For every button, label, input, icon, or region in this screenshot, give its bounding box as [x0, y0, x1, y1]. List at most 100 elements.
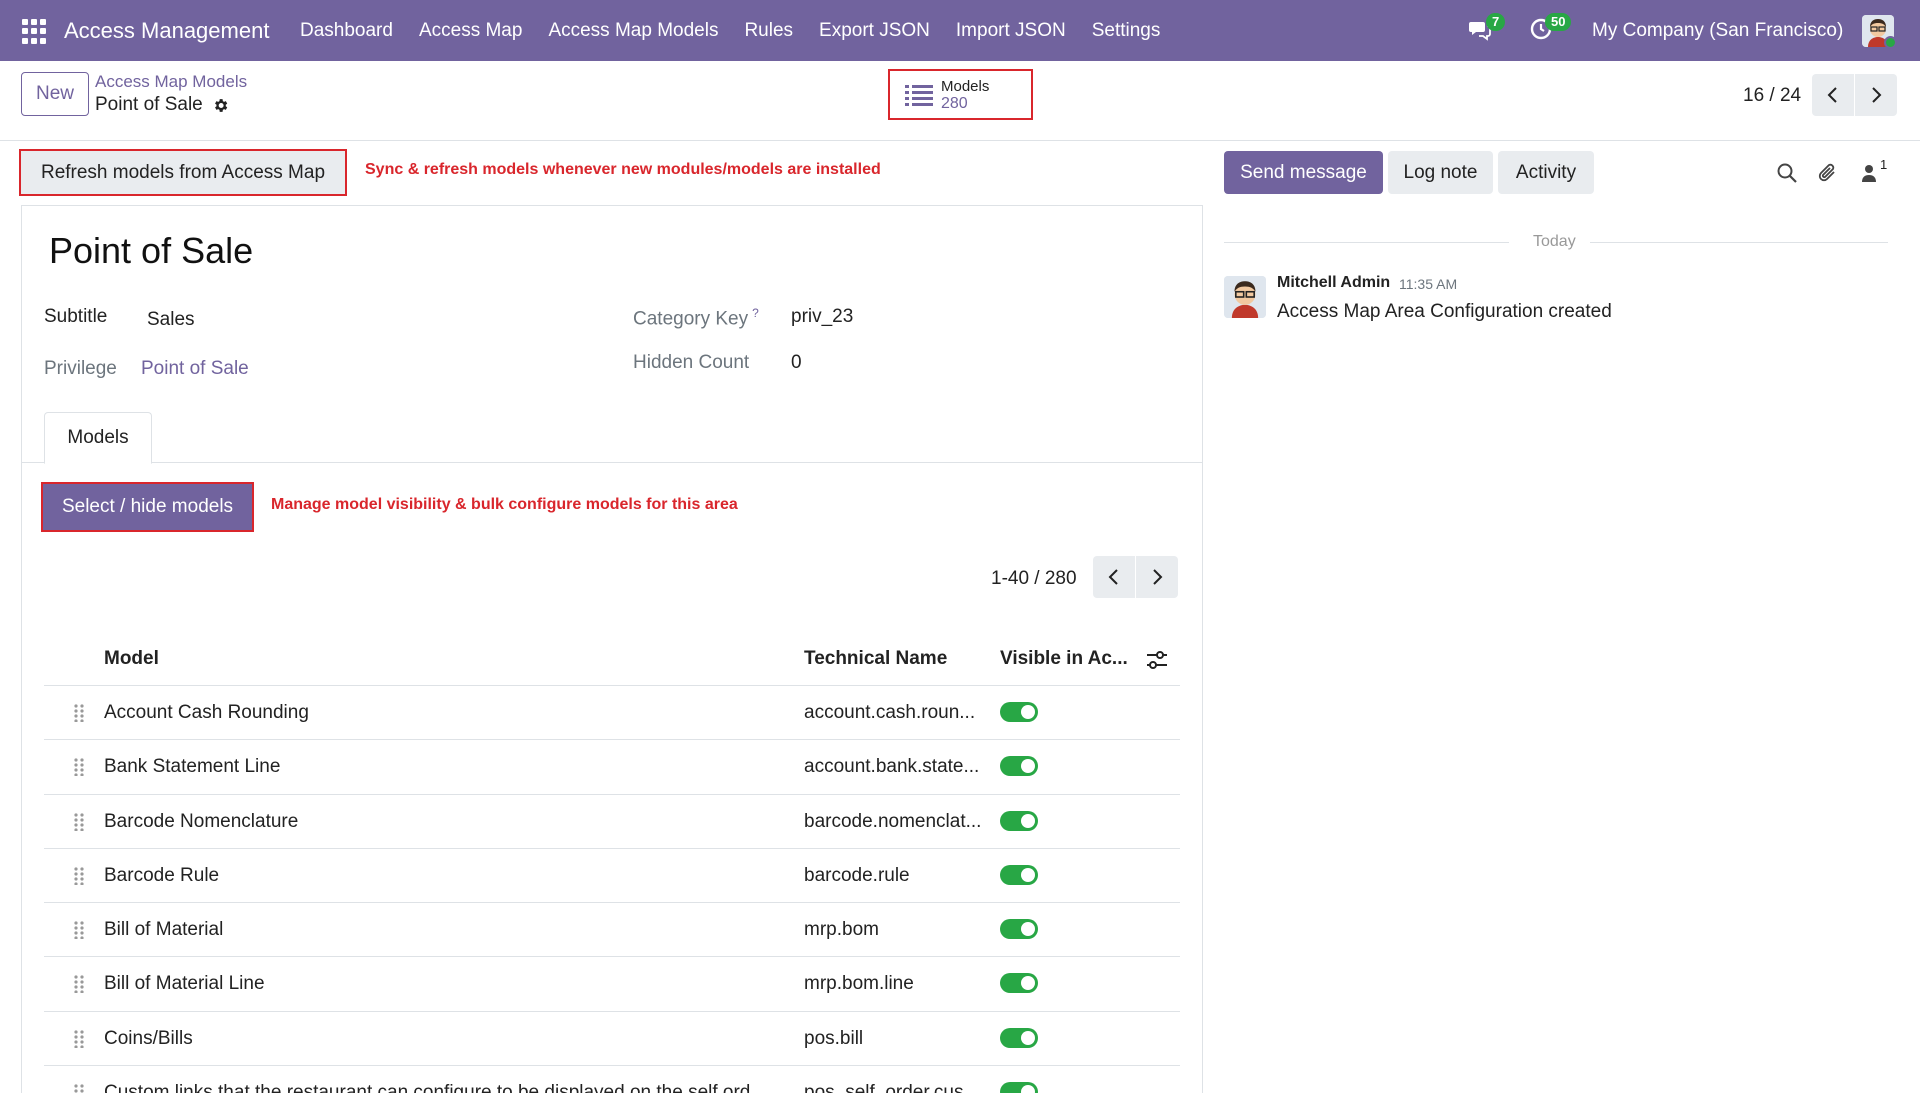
chevron-left-icon	[1108, 569, 1118, 585]
activities-badge: 50	[1545, 13, 1572, 31]
category-key-value[interactable]: priv_23	[791, 306, 853, 328]
table-header: Model Technical Name Visible in Ac...	[44, 633, 1180, 686]
record-pager	[1812, 74, 1897, 116]
message-time: 11:35 AM	[1399, 276, 1458, 292]
gear-icon[interactable]	[212, 97, 229, 114]
drag-handle-icon[interactable]	[74, 975, 84, 994]
visible-toggle[interactable]	[1000, 1082, 1038, 1093]
table-row[interactable]: Custom links that the restaurant can con…	[44, 1066, 1180, 1093]
column-header-visible[interactable]: Visible in Ac...	[1000, 648, 1128, 670]
cell-model[interactable]: Account Cash Rounding	[104, 702, 784, 724]
paperclip-icon[interactable]	[1817, 162, 1839, 184]
list-pager-next-button[interactable]	[1136, 556, 1178, 598]
visible-toggle[interactable]	[1000, 864, 1038, 885]
app-grid-icon[interactable]	[22, 19, 47, 44]
record-title[interactable]: Point of Sale	[49, 230, 253, 272]
subtitle-label: Subtitle	[44, 306, 108, 327]
visible-toggle[interactable]	[1000, 919, 1038, 940]
drag-handle-icon[interactable]	[74, 921, 84, 940]
column-header-technical-name[interactable]: Technical Name	[804, 648, 947, 670]
optional-columns-icon[interactable]	[1146, 650, 1168, 670]
top-navbar: Access Management Dashboard Access Map A…	[0, 0, 1920, 61]
cell-technical-name[interactable]: pos.bill	[804, 1028, 994, 1050]
online-status-dot	[1884, 36, 1897, 49]
list-pager-previous-button[interactable]	[1093, 556, 1135, 598]
search-icon[interactable]	[1776, 162, 1798, 184]
breadcrumb-current: Point of Sale	[95, 94, 203, 115]
table-row[interactable]: Bill of Material Line mrp.bom.line	[44, 957, 1180, 1012]
pager-previous-button[interactable]	[1812, 74, 1854, 116]
list-pager-value[interactable]: 1-40 / 280	[991, 568, 1077, 590]
cell-technical-name[interactable]: mrp.bom	[804, 919, 994, 941]
activity-button[interactable]: Activity	[1498, 151, 1594, 194]
column-header-model[interactable]: Model	[104, 648, 159, 670]
cell-technical-name[interactable]: account.bank.state...	[804, 756, 994, 778]
cell-technical-name[interactable]: pos_self_order.cus...	[804, 1082, 994, 1093]
menu-access-map-models[interactable]: Access Map Models	[548, 20, 718, 42]
cell-model[interactable]: Barcode Rule	[104, 865, 784, 887]
table-row[interactable]: Barcode Rule barcode.rule	[44, 849, 1180, 904]
table-row[interactable]: Account Cash Rounding account.cash.roun..…	[44, 686, 1180, 741]
visible-toggle[interactable]	[1000, 973, 1038, 994]
cell-model[interactable]: Bill of Material	[104, 919, 784, 941]
visible-toggle[interactable]	[1000, 756, 1038, 777]
table-row[interactable]: Bill of Material mrp.bom	[44, 903, 1180, 958]
privilege-label: Privilege	[44, 358, 117, 379]
cell-model[interactable]: Bill of Material Line	[104, 973, 784, 995]
cell-technical-name[interactable]: mrp.bom.line	[804, 973, 994, 995]
cell-model[interactable]: Barcode Nomenclature	[104, 811, 784, 833]
subtitle-value[interactable]: Sales	[147, 309, 195, 331]
visible-toggle[interactable]	[1000, 702, 1038, 722]
messages-badge: 7	[1486, 13, 1506, 31]
chevron-left-icon	[1827, 87, 1837, 103]
message-author-avatar[interactable]	[1224, 276, 1266, 318]
select-hide-models-button[interactable]: Select / hide models	[41, 482, 254, 532]
privilege-link[interactable]: Point of Sale	[141, 358, 249, 380]
visible-toggle[interactable]	[1000, 1027, 1038, 1048]
refresh-help-text: Sync & refresh models whenever new modul…	[365, 161, 881, 178]
drag-handle-icon[interactable]	[74, 1084, 84, 1093]
pager-next-button[interactable]	[1855, 74, 1897, 116]
drag-handle-icon[interactable]	[74, 812, 84, 831]
select-hide-help-text: Manage model visibility & bulk configure…	[271, 496, 738, 513]
menu-rules[interactable]: Rules	[744, 20, 793, 42]
menu-dashboard[interactable]: Dashboard	[300, 20, 393, 42]
menu-import-json[interactable]: Import JSON	[956, 20, 1066, 42]
list-pager	[1093, 556, 1178, 598]
message-body: Access Map Area Configuration created	[1277, 301, 1612, 322]
table-row[interactable]: Bank Statement Line account.bank.state...	[44, 740, 1180, 795]
menu-access-map[interactable]: Access Map	[419, 20, 522, 42]
message-author[interactable]: Mitchell Admin	[1277, 274, 1390, 292]
table-row[interactable]: Coins/Bills pos.bill	[44, 1012, 1180, 1067]
hidden-count-label: Hidden Count	[633, 352, 750, 373]
drag-handle-icon[interactable]	[74, 1030, 84, 1048]
models-smart-button[interactable]: Models 280	[888, 69, 1033, 120]
record-pager-value[interactable]: 16 / 24	[1743, 85, 1801, 107]
new-button[interactable]: New	[21, 72, 89, 116]
followers-icon[interactable]	[1858, 162, 1880, 184]
breadcrumb-parent[interactable]: Access Map Models	[95, 72, 247, 92]
app-title[interactable]: Access Management	[64, 18, 269, 44]
help-tooltip-icon[interactable]: ?	[752, 306, 759, 320]
smart-button-value: 280	[941, 94, 968, 112]
control-panel: New Access Map Models Point of Sale Mode…	[0, 61, 1920, 141]
cell-model[interactable]: Coins/Bills	[104, 1028, 784, 1050]
menu-settings[interactable]: Settings	[1092, 20, 1161, 42]
table-row[interactable]: Barcode Nomenclature barcode.nomenclat...	[44, 795, 1180, 849]
drag-handle-icon[interactable]	[74, 704, 84, 722]
cell-technical-name[interactable]: account.cash.roun...	[804, 702, 994, 724]
cell-model[interactable]: Bank Statement Line	[104, 756, 784, 778]
refresh-models-button[interactable]: Refresh models from Access Map	[19, 149, 347, 196]
send-message-button[interactable]: Send message	[1224, 151, 1383, 194]
log-note-button[interactable]: Log note	[1388, 151, 1493, 194]
cell-technical-name[interactable]: barcode.rule	[804, 865, 994, 887]
drag-handle-icon[interactable]	[74, 867, 84, 885]
company-switcher[interactable]: My Company (San Francisco)	[1592, 20, 1843, 42]
visible-toggle[interactable]	[1000, 810, 1038, 831]
drag-handle-icon[interactable]	[74, 758, 84, 777]
cell-technical-name[interactable]: barcode.nomenclat...	[804, 811, 994, 833]
menu-export-json[interactable]: Export JSON	[819, 20, 930, 42]
table-body: Account Cash Rounding account.cash.roun..…	[44, 686, 1180, 1093]
cell-model[interactable]: Custom links that the restaurant can con…	[104, 1082, 784, 1093]
tab-models[interactable]: Models	[44, 412, 152, 464]
